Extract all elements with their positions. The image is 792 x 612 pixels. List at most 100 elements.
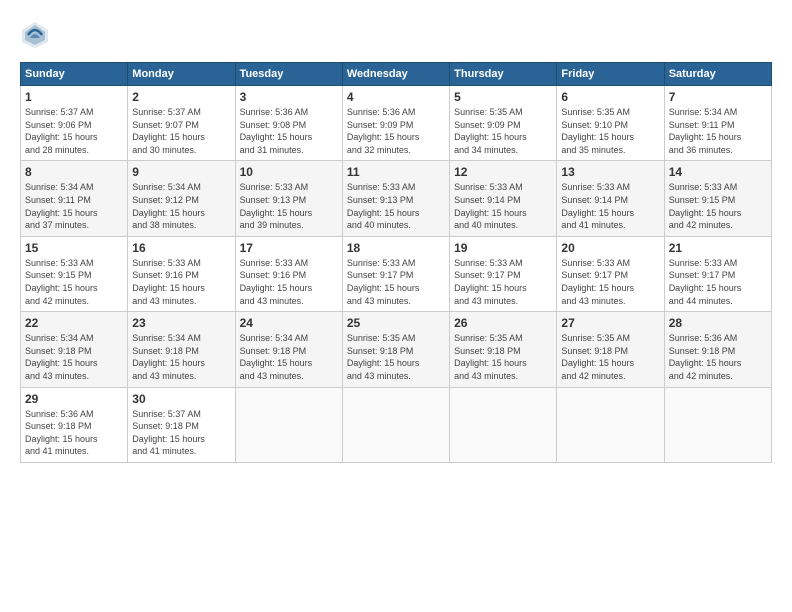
col-thursday: Thursday <box>450 63 557 86</box>
day-info: Sunrise: 5:34 AM Sunset: 9:11 PM Dayligh… <box>25 181 123 231</box>
logo-icon <box>20 20 50 50</box>
table-row: 22 Sunrise: 5:34 AM Sunset: 9:18 PM Dayli… <box>21 312 128 387</box>
table-row: 16 Sunrise: 5:33 AM Sunset: 9:16 PM Dayli… <box>128 236 235 311</box>
table-row <box>557 387 664 462</box>
day-info: Sunrise: 5:34 AM Sunset: 9:11 PM Dayligh… <box>669 106 767 156</box>
day-info: Sunrise: 5:33 AM Sunset: 9:17 PM Dayligh… <box>669 257 767 307</box>
table-row: 2 Sunrise: 5:37 AM Sunset: 9:07 PM Daylig… <box>128 86 235 161</box>
day-info: Sunrise: 5:35 AM Sunset: 9:10 PM Dayligh… <box>561 106 659 156</box>
day-number: 27 <box>561 316 659 330</box>
day-number: 12 <box>454 165 552 179</box>
day-number: 17 <box>240 241 338 255</box>
day-number: 20 <box>561 241 659 255</box>
day-number: 10 <box>240 165 338 179</box>
day-info: Sunrise: 5:34 AM Sunset: 9:18 PM Dayligh… <box>25 332 123 382</box>
day-number: 28 <box>669 316 767 330</box>
day-info: Sunrise: 5:36 AM Sunset: 9:09 PM Dayligh… <box>347 106 445 156</box>
day-info: Sunrise: 5:33 AM Sunset: 9:16 PM Dayligh… <box>240 257 338 307</box>
day-info: Sunrise: 5:33 AM Sunset: 9:16 PM Dayligh… <box>132 257 230 307</box>
day-number: 5 <box>454 90 552 104</box>
table-row: 3Sunrise: 5:36 AM Sunset: 9:08 PM Daylig… <box>235 86 342 161</box>
table-row: 12 Sunrise: 5:33 AM Sunset: 9:14 PM Dayli… <box>450 161 557 236</box>
day-number: 23 <box>132 316 230 330</box>
table-row: 20 Sunrise: 5:33 AM Sunset: 9:17 PM Dayli… <box>557 236 664 311</box>
day-number: 18 <box>347 241 445 255</box>
table-row: 8 Sunrise: 5:34 AM Sunset: 9:11 PM Daylig… <box>21 161 128 236</box>
table-row: 6 Sunrise: 5:35 AM Sunset: 9:10 PM Daylig… <box>557 86 664 161</box>
day-info: Sunrise: 5:35 AM Sunset: 9:18 PM Dayligh… <box>561 332 659 382</box>
day-info: Sunrise: 5:37 AM Sunset: 9:07 PM Dayligh… <box>132 106 230 156</box>
calendar-row: 1 Sunrise: 5:37 AM Sunset: 9:06 PM Daylig… <box>21 86 772 161</box>
table-row <box>450 387 557 462</box>
col-saturday: Saturday <box>664 63 771 86</box>
col-monday: Monday <box>128 63 235 86</box>
table-row: 5 Sunrise: 5:35 AM Sunset: 9:09 PM Daylig… <box>450 86 557 161</box>
table-row: 25 Sunrise: 5:35 AM Sunset: 9:18 PM Dayli… <box>342 312 449 387</box>
day-info: Sunrise: 5:34 AM Sunset: 9:18 PM Dayligh… <box>240 332 338 382</box>
day-number: 25 <box>347 316 445 330</box>
day-number: 7 <box>669 90 767 104</box>
day-number: 26 <box>454 316 552 330</box>
table-row: 26 Sunrise: 5:35 AM Sunset: 9:18 PM Dayli… <box>450 312 557 387</box>
table-row <box>235 387 342 462</box>
calendar-row: 29Sunrise: 5:36 AM Sunset: 9:18 PM Dayli… <box>21 387 772 462</box>
table-row: 4 Sunrise: 5:36 AM Sunset: 9:09 PM Daylig… <box>342 86 449 161</box>
table-row <box>664 387 771 462</box>
calendar-row: 22 Sunrise: 5:34 AM Sunset: 9:18 PM Dayli… <box>21 312 772 387</box>
day-info: Sunrise: 5:33 AM Sunset: 9:13 PM Dayligh… <box>240 181 338 231</box>
col-tuesday: Tuesday <box>235 63 342 86</box>
col-wednesday: Wednesday <box>342 63 449 86</box>
table-row: 19 Sunrise: 5:33 AM Sunset: 9:17 PM Dayli… <box>450 236 557 311</box>
calendar-page: Sunday Monday Tuesday Wednesday Thursday… <box>0 0 792 612</box>
day-info: Sunrise: 5:33 AM Sunset: 9:15 PM Dayligh… <box>669 181 767 231</box>
col-sunday: Sunday <box>21 63 128 86</box>
day-info: Sunrise: 5:34 AM Sunset: 9:12 PM Dayligh… <box>132 181 230 231</box>
day-number: 21 <box>669 241 767 255</box>
day-info: Sunrise: 5:33 AM Sunset: 9:15 PM Dayligh… <box>25 257 123 307</box>
day-info: Sunrise: 5:33 AM Sunset: 9:14 PM Dayligh… <box>454 181 552 231</box>
day-info: Sunrise: 5:33 AM Sunset: 9:17 PM Dayligh… <box>561 257 659 307</box>
day-info: Sunrise: 5:37 AM Sunset: 9:06 PM Dayligh… <box>25 106 123 156</box>
day-info: Sunrise: 5:34 AM Sunset: 9:18 PM Dayligh… <box>132 332 230 382</box>
table-row: 28 Sunrise: 5:36 AM Sunset: 9:18 PM Dayli… <box>664 312 771 387</box>
day-number: 8 <box>25 165 123 179</box>
header-row: Sunday Monday Tuesday Wednesday Thursday… <box>21 63 772 86</box>
table-row: 24 Sunrise: 5:34 AM Sunset: 9:18 PM Dayli… <box>235 312 342 387</box>
day-info: Sunrise: 5:35 AM Sunset: 9:18 PM Dayligh… <box>347 332 445 382</box>
day-number: 24 <box>240 316 338 330</box>
table-row: 10 Sunrise: 5:33 AM Sunset: 9:13 PM Dayli… <box>235 161 342 236</box>
table-row: 15Sunrise: 5:33 AM Sunset: 9:15 PM Dayli… <box>21 236 128 311</box>
day-number: 30 <box>132 392 230 406</box>
day-number: 14 <box>669 165 767 179</box>
table-row: 1 Sunrise: 5:37 AM Sunset: 9:06 PM Daylig… <box>21 86 128 161</box>
header <box>20 20 772 50</box>
calendar-row: 8 Sunrise: 5:34 AM Sunset: 9:11 PM Daylig… <box>21 161 772 236</box>
day-number: 4 <box>347 90 445 104</box>
calendar-table: Sunday Monday Tuesday Wednesday Thursday… <box>20 62 772 463</box>
logo <box>20 20 54 50</box>
day-number: 3 <box>240 90 338 104</box>
table-row: 18Sunrise: 5:33 AM Sunset: 9:17 PM Dayli… <box>342 236 449 311</box>
day-number: 16 <box>132 241 230 255</box>
day-number: 22 <box>25 316 123 330</box>
table-row: 11Sunrise: 5:33 AM Sunset: 9:13 PM Dayli… <box>342 161 449 236</box>
table-row: 9 Sunrise: 5:34 AM Sunset: 9:12 PM Daylig… <box>128 161 235 236</box>
col-friday: Friday <box>557 63 664 86</box>
day-number: 9 <box>132 165 230 179</box>
day-number: 2 <box>132 90 230 104</box>
day-info: Sunrise: 5:35 AM Sunset: 9:09 PM Dayligh… <box>454 106 552 156</box>
day-number: 19 <box>454 241 552 255</box>
day-number: 6 <box>561 90 659 104</box>
day-info: Sunrise: 5:33 AM Sunset: 9:13 PM Dayligh… <box>347 181 445 231</box>
day-number: 1 <box>25 90 123 104</box>
table-row: 30Sunrise: 5:37 AM Sunset: 9:18 PM Dayli… <box>128 387 235 462</box>
day-info: Sunrise: 5:33 AM Sunset: 9:14 PM Dayligh… <box>561 181 659 231</box>
day-info: Sunrise: 5:36 AM Sunset: 9:18 PM Dayligh… <box>669 332 767 382</box>
table-row: 14 Sunrise: 5:33 AM Sunset: 9:15 PM Dayli… <box>664 161 771 236</box>
table-row: 29Sunrise: 5:36 AM Sunset: 9:18 PM Dayli… <box>21 387 128 462</box>
table-row: 13 Sunrise: 5:33 AM Sunset: 9:14 PM Dayli… <box>557 161 664 236</box>
day-number: 13 <box>561 165 659 179</box>
day-info: Sunrise: 5:35 AM Sunset: 9:18 PM Dayligh… <box>454 332 552 382</box>
day-info: Sunrise: 5:36 AM Sunset: 9:18 PM Dayligh… <box>25 408 123 458</box>
day-info: Sunrise: 5:33 AM Sunset: 9:17 PM Dayligh… <box>454 257 552 307</box>
